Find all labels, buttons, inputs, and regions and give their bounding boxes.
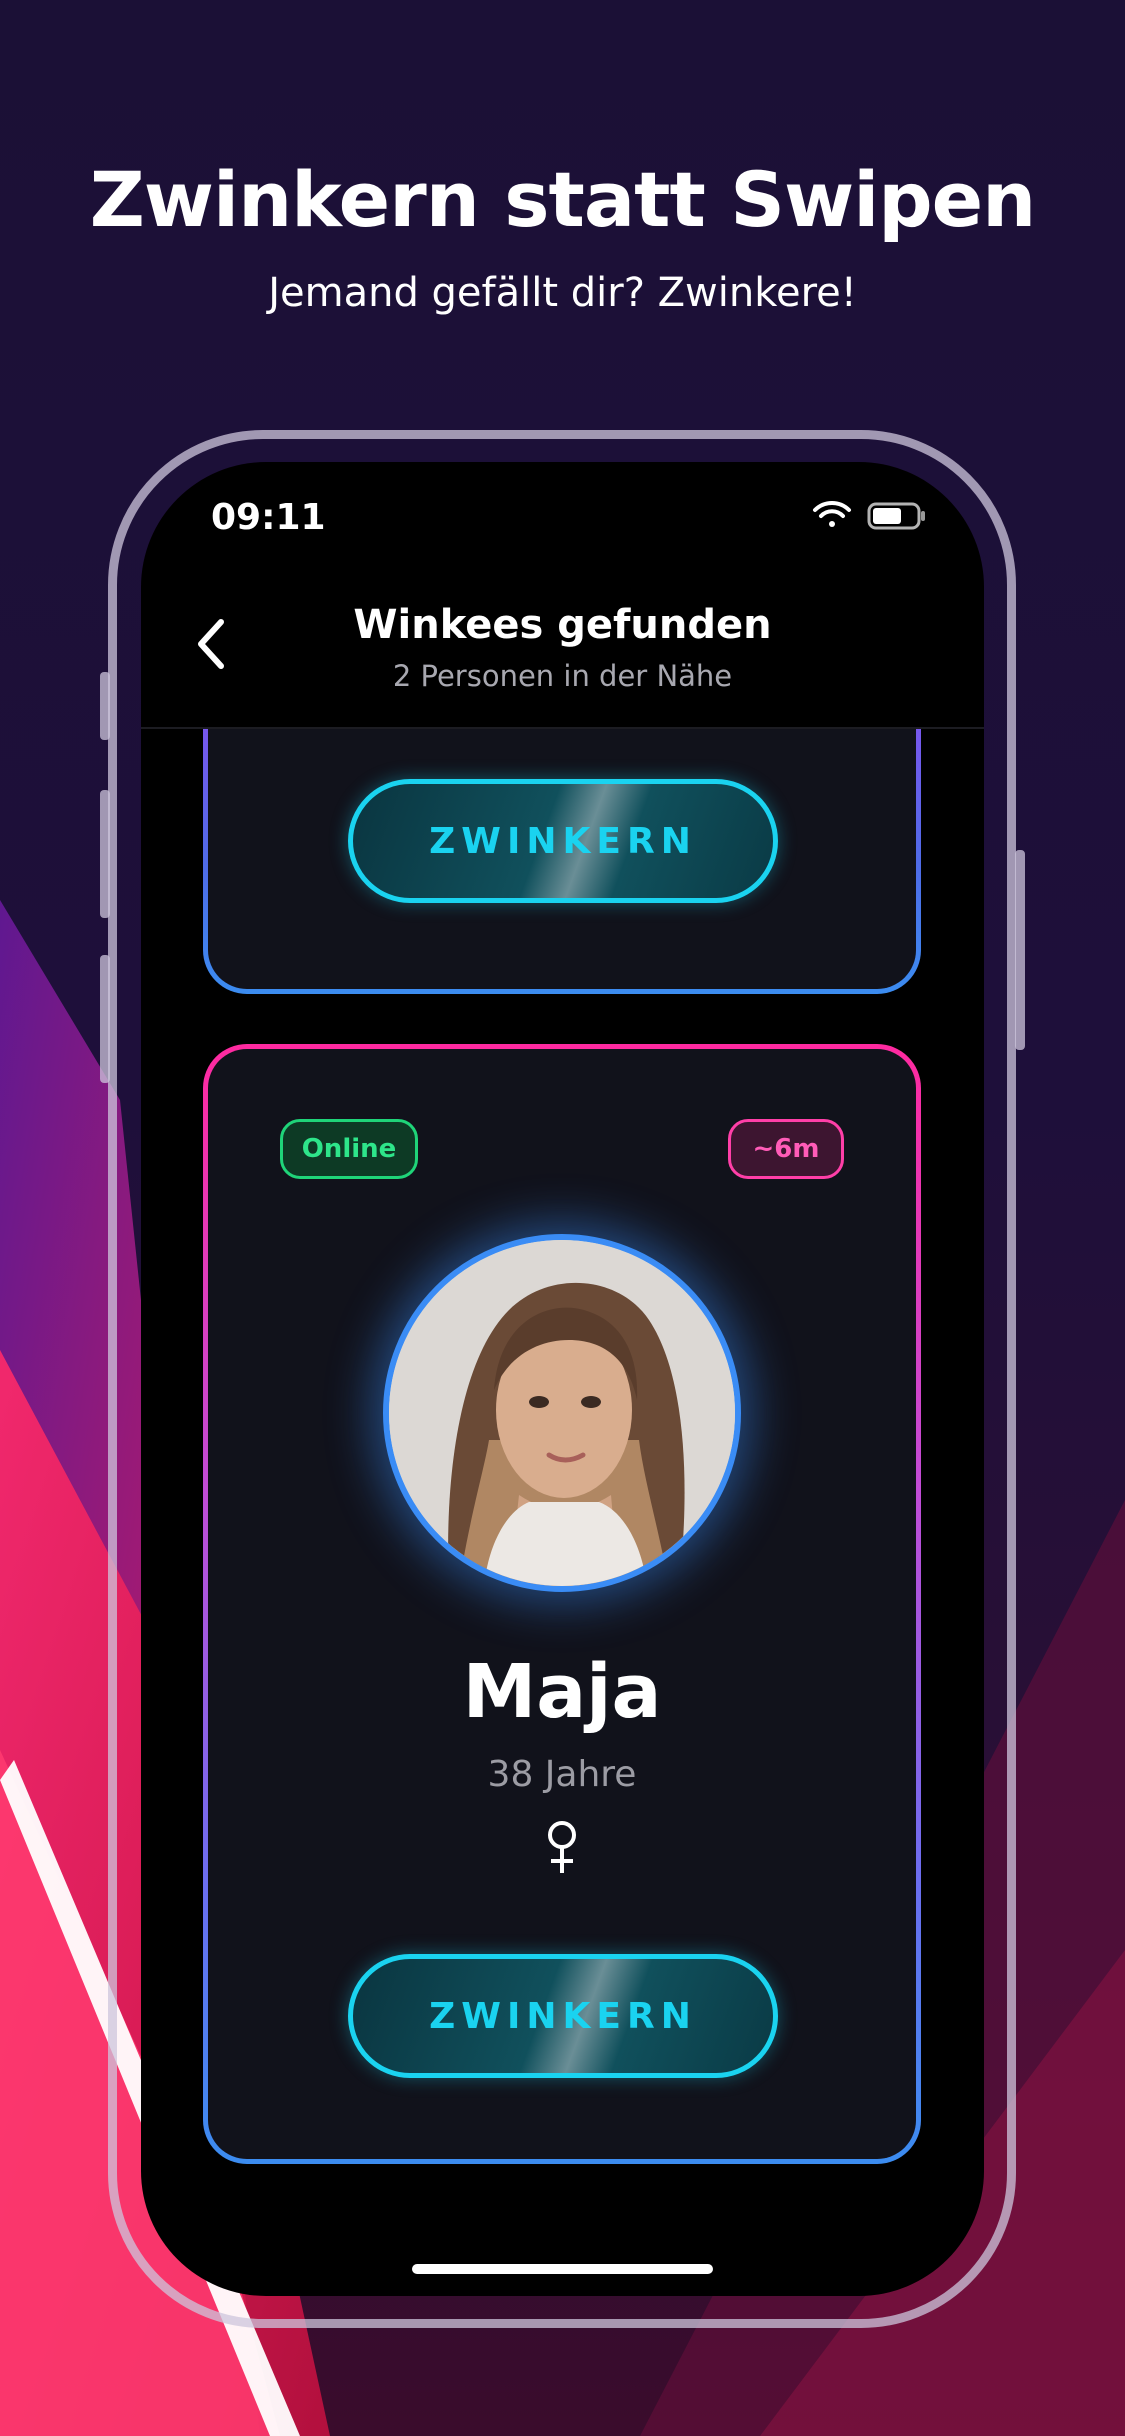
profile-card: ZWINKERN: [203, 729, 921, 994]
headline: Zwinkern statt Swipen: [89, 155, 1037, 244]
profile-name: Maja: [462, 1649, 662, 1735]
status-time: 09:11: [211, 497, 326, 538]
battery-icon: [867, 502, 925, 530]
female-symbol-icon: [548, 1821, 576, 1873]
mute-switch: [100, 672, 110, 740]
notch: [319, 462, 806, 530]
status-icons: [813, 500, 925, 530]
volume-down-button: [100, 955, 110, 1083]
profile-photo: [389, 1240, 735, 1586]
distance-badge: ~6m: [728, 1119, 844, 1179]
phone-screen: 09:11 Winkees gefunden 2 Personen in der…: [141, 462, 984, 2296]
zwinkern-button[interactable]: ZWINKERN: [348, 1954, 778, 2078]
power-button: [1015, 850, 1025, 1050]
avatar[interactable]: [383, 1234, 741, 1592]
volume-up-button: [100, 790, 110, 918]
profile-age: 38 Jahre: [487, 1754, 637, 1795]
nav-title: Winkees gefunden: [353, 602, 772, 648]
zwinkern-button[interactable]: ZWINKERN: [348, 779, 778, 903]
subheadline: Jemand gefällt dir? Zwinkere!: [268, 270, 857, 316]
results-list[interactable]: ZWINKERN Online ~6m Maja 38 Jahre ZWINKE…: [141, 729, 984, 2296]
wifi-icon: [813, 500, 851, 527]
nav-subtitle: 2 Personen in der Nähe: [392, 659, 733, 693]
home-indicator[interactable]: [412, 2264, 713, 2274]
online-badge: Online: [280, 1119, 418, 1179]
profile-card: Online ~6m Maja 38 Jahre ZWINKERN: [203, 1044, 921, 2164]
